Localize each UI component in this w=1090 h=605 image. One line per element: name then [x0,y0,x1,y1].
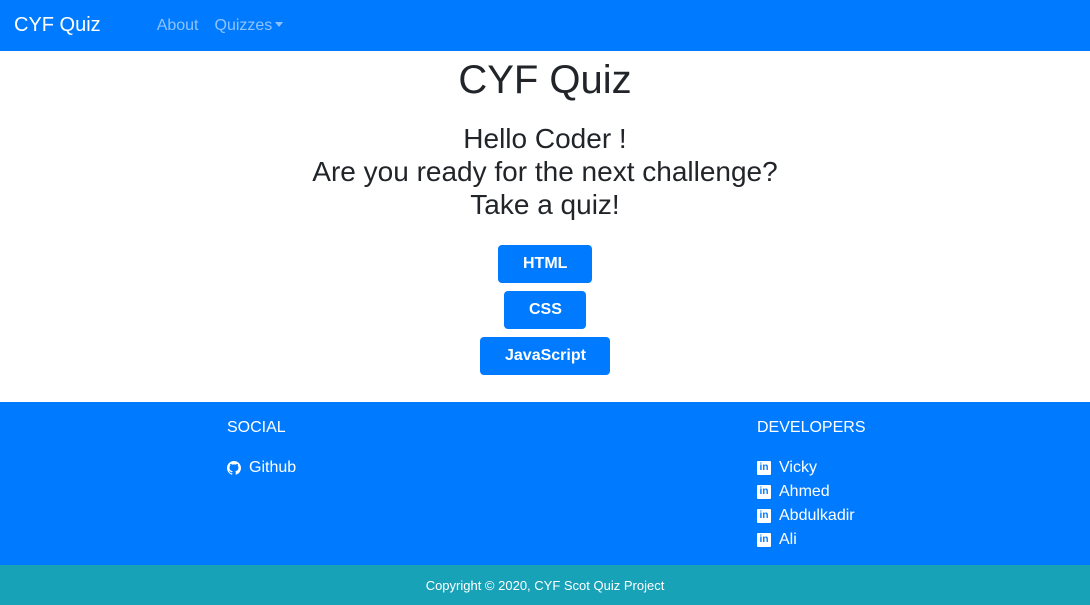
quiz-buttons: HTML CSS JavaScript [0,245,1090,375]
developer-name: Abdulkadir [779,507,855,524]
greeting: Hello Coder ! Are you ready for the next… [0,122,1090,221]
copyright-bar: Copyright © 2020, CYF Scot Quiz Project [0,565,1090,605]
navbar: CYF Quiz About Quizzes [0,0,1090,51]
linkedin-icon: in [757,509,771,523]
developer-name: Vicky [779,459,817,476]
social-heading: SOCIAL [227,419,286,436]
developer-name: Ali [779,531,797,548]
nav-quizzes-label: Quizzes [214,16,273,34]
javascript-quiz-button[interactable]: JavaScript [480,337,610,375]
nav-quizzes-dropdown[interactable]: Quizzes [215,17,284,35]
copyright-text: Copyright © 2020, CYF Scot Quiz Project [425,577,665,593]
greeting-line: Are you ready for the next challenge? [312,156,778,187]
github-icon [227,461,241,475]
greeting-line: Hello Coder ! [463,123,627,154]
css-quiz-button[interactable]: CSS [504,291,586,329]
nav-about[interactable]: About [157,17,199,35]
footer: SOCIAL Github DEVELOPERS in Vicky in Ahmed… [0,402,1090,565]
caret-down-icon [275,21,284,27]
developer-link[interactable]: in Ali [757,528,865,552]
linkedin-icon: in [757,485,771,499]
github-link[interactable]: Github [227,456,296,480]
github-label: Github [249,459,297,476]
linkedin-icon: in [757,533,771,547]
linkedin-icon: in [757,461,771,475]
html-quiz-button[interactable]: HTML [498,245,592,283]
developer-link[interactable]: in Abdulkadir [757,504,865,528]
social-section: SOCIAL Github [227,419,296,480]
main-content: CYF Quiz Hello Coder ! Are you ready for… [0,51,1090,402]
developers-section: DEVELOPERS in Vicky in Ahmed in Abdulkadir … [757,419,865,552]
developer-link[interactable]: in Vicky [757,456,865,480]
developer-link[interactable]: in Ahmed [757,480,865,504]
brand-link[interactable]: CYF Quiz [14,14,101,37]
greeting-line: Take a quiz! [470,189,620,220]
developers-heading: DEVELOPERS [757,419,866,436]
developer-name: Ahmed [779,483,830,500]
page-title: CYF Quiz [458,58,632,102]
